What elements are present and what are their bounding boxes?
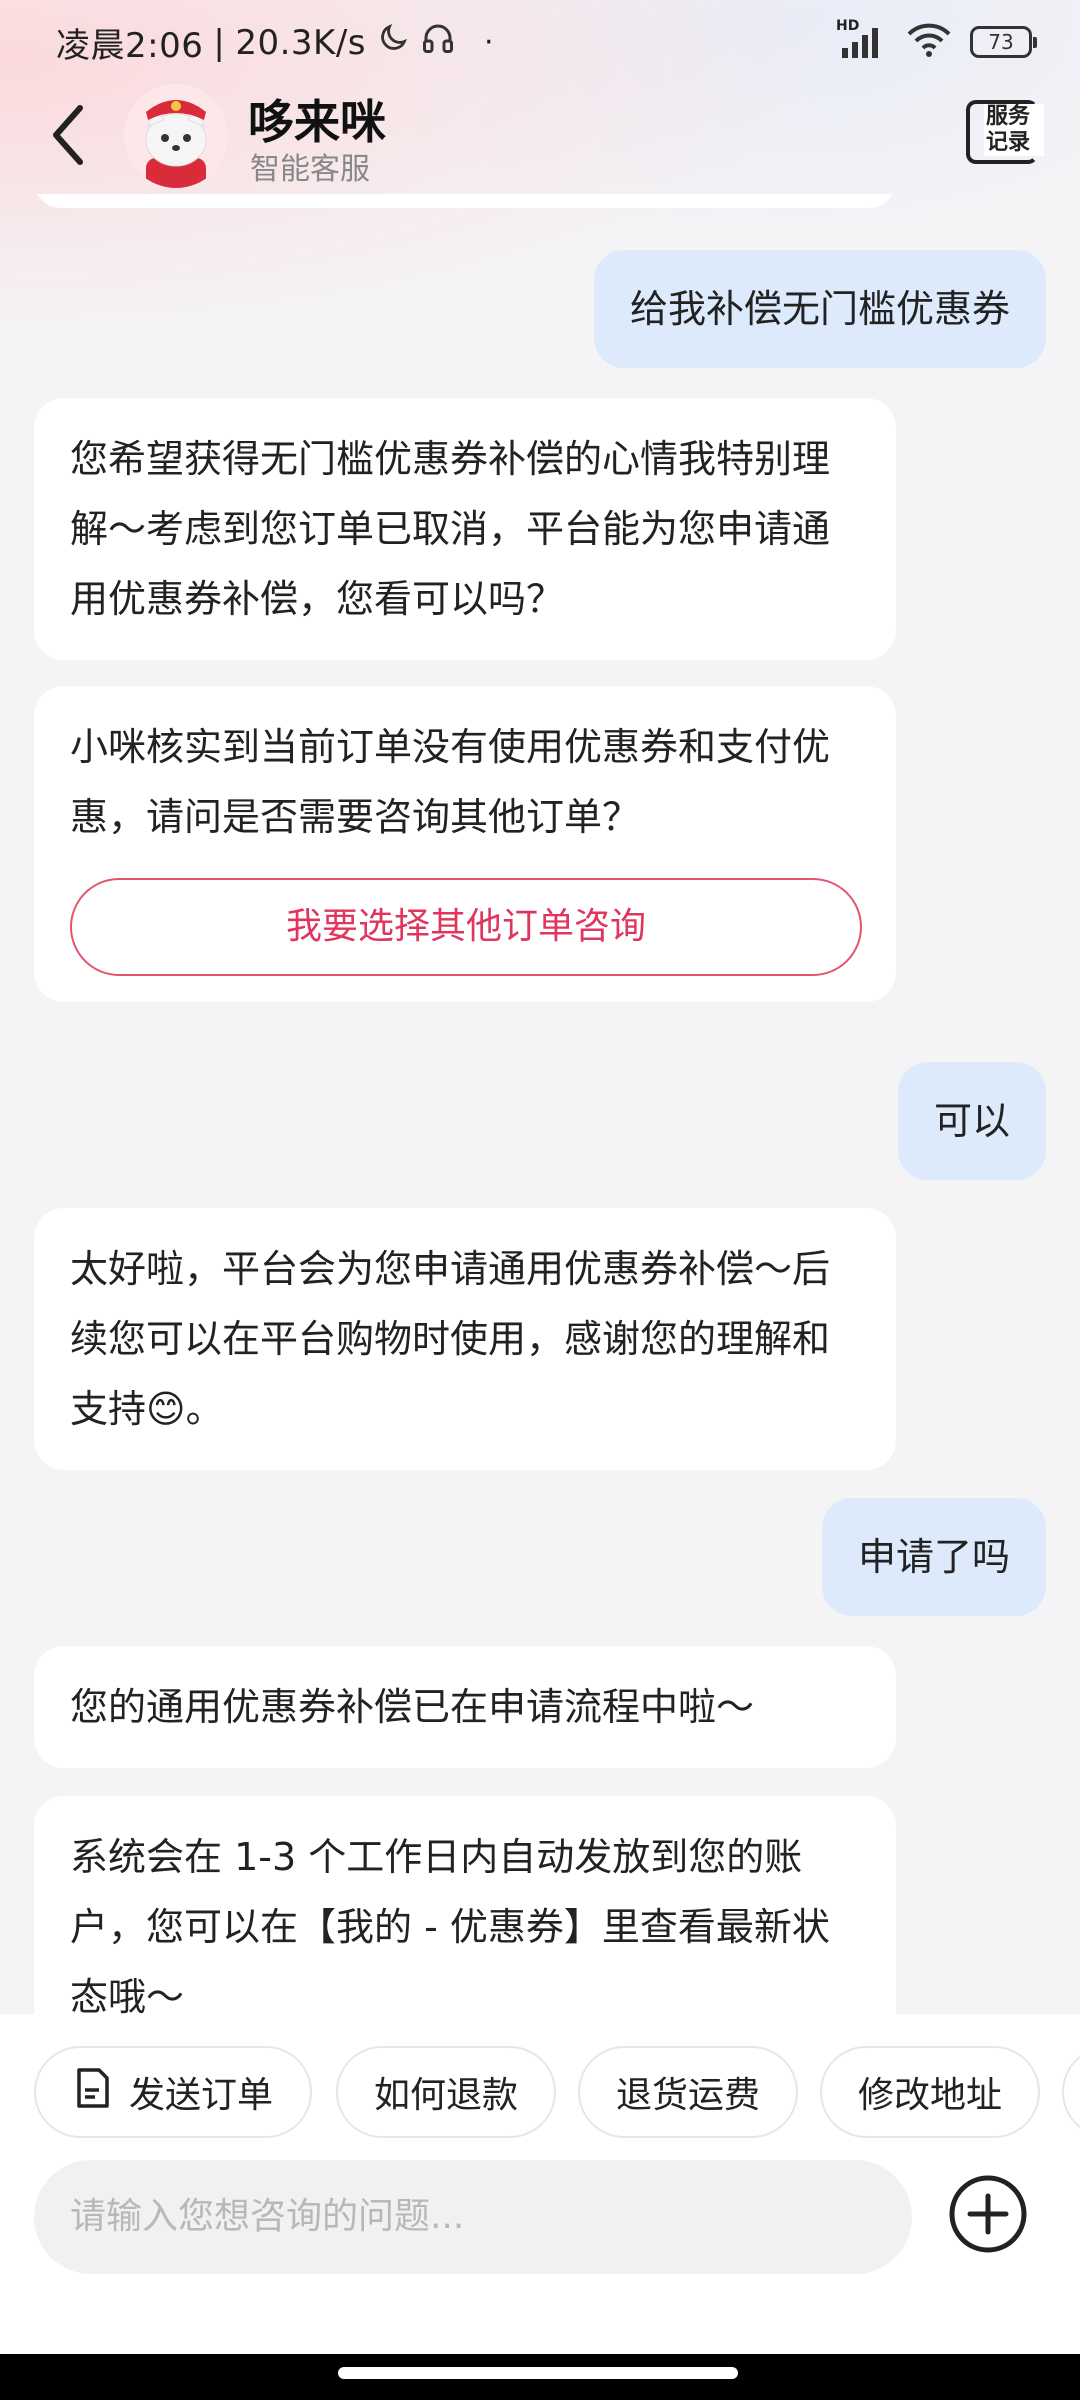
choose-other-order-button[interactable]: 我要选择其他订单咨询 <box>70 878 862 976</box>
message-bot: 您的通用优惠券补偿已在申请流程中啦～ <box>34 1646 896 1768</box>
quick-action-return-shipping[interactable]: 退货运费 <box>578 2046 798 2138</box>
message-user: 给我补偿无门槛优惠券 <box>593 250 1046 368</box>
status-time: 凌晨2:06 <box>56 26 204 66</box>
message-text: 给我补偿无门槛优惠券 <box>629 287 1010 331</box>
quick-action-more[interactable] <box>1062 2046 1080 2138</box>
status-dot: · <box>484 25 495 60</box>
message-bot: 系统会在 1-3 个工作日内自动发放到您的账户，您可以在【我的 - 优惠券】里查… <box>34 1796 896 2014</box>
document-icon <box>73 2066 113 2119</box>
quick-action-send-order[interactable]: 发送订单 <box>34 2046 312 2138</box>
service-records-button[interactable]: 服务记录 <box>966 100 1044 164</box>
chat-header: 哆来咪 智能客服 服务记录 <box>0 84 1080 194</box>
bottom-panel: 发送订单 如何退款 退货运费 修改地址 请输入您想咨询的问题... <box>0 2014 1080 2400</box>
back-arrow-icon[interactable] <box>46 100 90 170</box>
message-user: 可以 <box>897 1062 1046 1180</box>
quick-action-label: 退货运费 <box>615 2075 760 2116</box>
message-bot: 小咪核实到当前订单没有使用优惠券和支付优惠，请问是否需要咨询其他订单？ 我要选择… <box>34 686 896 1002</box>
status-left: 凌晨2:06 | 20.3K/s · <box>56 18 494 67</box>
wifi-icon <box>906 22 952 62</box>
message-bot: 您希望获得无门槛优惠券补偿的心情我特别理解～考虑到您订单已取消，平台能为您申请通… <box>34 398 896 660</box>
page-subtitle: 智能客服 <box>250 152 370 187</box>
signal-icon: HD <box>836 18 888 60</box>
message-text: 可以 <box>933 1099 1010 1143</box>
quick-actions: 发送订单 如何退款 退货运费 修改地址 <box>34 2046 1080 2138</box>
page-title: 哆来咪 <box>248 95 386 149</box>
quick-action-label: 如何退款 <box>373 2075 518 2116</box>
quick-action-label: 发送订单 <box>128 2075 273 2116</box>
system-nav-bar <box>0 2354 1080 2400</box>
headphones-icon <box>420 20 456 65</box>
status-bar: 凌晨2:06 | 20.3K/s · HD 73 <box>0 0 1080 84</box>
mascot-avatar[interactable] <box>124 84 228 188</box>
battery-icon: 73 <box>970 26 1037 58</box>
home-indicator[interactable] <box>338 2367 738 2379</box>
message-user: 申请了吗 <box>821 1498 1046 1616</box>
quick-action-change-address[interactable]: 修改地址 <box>820 2046 1040 2138</box>
message-input-placeholder: 请输入您想咨询的问题... <box>70 2196 465 2237</box>
chat-area[interactable]: 给我补偿无门槛优惠券 您希望获得无门槛优惠券补偿的心情我特别理解～考虑到您订单已… <box>0 194 1080 2014</box>
quick-action-label: 修改地址 <box>857 2075 1002 2116</box>
message-text: 系统会在 1-3 个工作日内自动发放到您的账户，您可以在【我的 - 优惠券】里查… <box>70 1835 830 2014</box>
message-text: 申请了吗 <box>857 1535 1010 1579</box>
quick-action-refund[interactable]: 如何退款 <box>336 2046 556 2138</box>
message-bot: 太好啦，平台会为您申请通用优惠券补偿～后续您可以在平台购物时使用，感谢您的理解和… <box>34 1208 896 1470</box>
message-text: 太好啦，平台会为您申请通用优惠券补偿～后续您可以在平台购物时使用，感谢您的理解和… <box>70 1247 831 1431</box>
status-right: HD 73 <box>836 18 1037 62</box>
message-text: 您希望获得无门槛优惠券补偿的心情我特别理解～考虑到您订单已取消，平台能为您申请通… <box>70 437 831 621</box>
previous-message-tail <box>34 194 896 208</box>
plus-circle-icon[interactable] <box>948 2174 1028 2254</box>
status-speed: 20.3K/s <box>235 22 366 63</box>
message-text: 您的通用优惠券补偿已在申请流程中啦～ <box>70 1685 755 1729</box>
message-input[interactable]: 请输入您想咨询的问题... <box>34 2160 912 2274</box>
message-text: 小咪核实到当前订单没有使用优惠券和支付优惠，请问是否需要咨询其他订单？ <box>70 725 831 839</box>
service-records-label: 服务记录 <box>984 104 1044 156</box>
status-divider: | <box>213 22 226 63</box>
moon-icon <box>376 21 410 64</box>
